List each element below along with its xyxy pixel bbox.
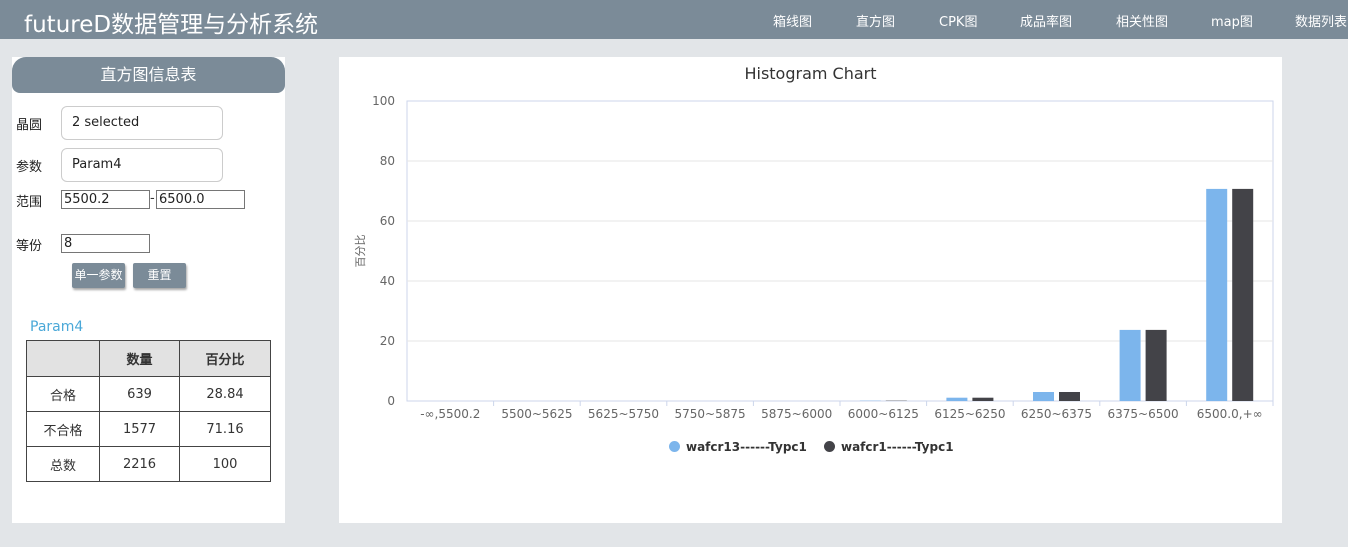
nav-yield[interactable]: 成品率图 (1020, 11, 1072, 30)
table-row: 合格 639 28.84 (26, 376, 271, 412)
legend-item-series-1[interactable]: wafcr13------Typc1 (669, 440, 807, 454)
legend-label: wafcr13------Typc1 (686, 440, 807, 454)
bar-series-2 (972, 397, 994, 401)
nav-boxplot[interactable]: 箱线图 (773, 11, 812, 30)
x-tick-label: 5750~5875 (675, 407, 746, 421)
bar-series-1 (1033, 392, 1054, 401)
nav-correlation[interactable]: 相关性图 (1116, 11, 1168, 30)
stats-table-title: Param4 (30, 319, 84, 335)
nav-map[interactable]: map图 (1211, 11, 1253, 30)
x-tick-label: 5500~5625 (501, 407, 572, 421)
x-tick-label: 6125~6250 (934, 407, 1005, 421)
legend-label: wafcr1------Typc1 (841, 440, 954, 454)
range-label: 范围 (16, 195, 43, 210)
app-title: futureD数据管理与分析系统 (24, 12, 319, 38)
legend-item-series-2[interactable]: wafcr1------Typc1 (824, 440, 954, 454)
legend-marker-icon (669, 441, 680, 452)
range-separator: - (150, 191, 155, 206)
bar-series-2 (1059, 392, 1080, 401)
x-tick-label: -∞,5500.2 (420, 407, 480, 421)
table-cell: 总数 (26, 446, 100, 482)
y-tick-label: 20 (380, 334, 395, 348)
table-cell: 1577 (99, 411, 180, 447)
single-param-button[interactable]: 单一参数 (72, 263, 125, 288)
table-header (26, 340, 100, 377)
table-cell: 639 (99, 376, 180, 412)
bar-series-1 (946, 397, 968, 401)
bins-label: 等份 (16, 239, 43, 254)
y-tick-label: 0 (387, 394, 395, 408)
y-axis-title: 百分比 (354, 235, 367, 268)
bar-series-2 (1145, 329, 1167, 401)
x-tick-label: 5625~5750 (588, 407, 659, 421)
table-row: 不合格 1577 71.16 (26, 411, 271, 447)
nav-data-list[interactable]: 数据列表 (1295, 11, 1347, 30)
histogram-info-panel: 直方图信息表 晶圆 2 selected 参数 Param4 范围 - 等份 单… (12, 57, 285, 523)
param-select[interactable]: Param4 (61, 148, 223, 182)
bar-series-1 (1119, 329, 1141, 401)
wafer-select[interactable]: 2 selected (61, 106, 223, 140)
reset-button[interactable]: 重置 (133, 263, 186, 288)
x-tick-label: 6375~6500 (1108, 407, 1179, 421)
nav-histogram[interactable]: 直方图 (856, 11, 895, 30)
table-header: 百分比 (179, 340, 271, 377)
x-tick-label: 6000~6125 (848, 407, 919, 421)
y-tick-label: 100 (372, 94, 395, 108)
table-header: 数量 (99, 340, 180, 377)
stats-table: 数量 百分比 合格 639 28.84 不合格 1577 71.16 总数 22… (26, 340, 271, 482)
bar-series-2 (1232, 188, 1254, 401)
table-cell: 71.16 (179, 411, 271, 447)
table-header-row: 数量 百分比 (26, 340, 271, 377)
bins-input[interactable] (61, 234, 150, 253)
plot-frame (406, 100, 1274, 402)
y-tick-label: 80 (380, 154, 395, 168)
y-tick-label: 60 (380, 214, 395, 228)
table-cell: 合格 (26, 376, 100, 412)
y-tick-label: 40 (380, 274, 395, 288)
panel-title: 直方图信息表 (12, 57, 285, 93)
nav-cpk[interactable]: CPK图 (939, 11, 977, 30)
range-max-input[interactable] (156, 190, 245, 209)
table-row: 总数 2216 100 (26, 446, 271, 482)
table-cell: 不合格 (26, 411, 100, 447)
x-tick-label: 5875~6000 (761, 407, 832, 421)
wafer-label: 晶圆 (16, 118, 43, 133)
table-cell: 28.84 (179, 376, 271, 412)
top-navbar: futureD数据管理与分析系统 箱线图 直方图 CPK图 成品率图 相关性图 … (0, 0, 1348, 39)
legend-marker-icon (824, 441, 835, 452)
param-label: 参数 (16, 160, 43, 175)
x-tick-label: 6250~6375 (1021, 407, 1092, 421)
range-min-input[interactable] (61, 190, 150, 209)
table-cell: 2216 (99, 446, 180, 482)
bar-series-1 (1206, 188, 1228, 401)
table-cell: 100 (179, 446, 271, 482)
histogram-chart: 0 20 40 60 80 100 百分比 -∞,5500.2 5500~5625 5625~57… (354, 94, 1274, 421)
chart-panel: Histogram Chart 0 20 40 60 80 100 百分比 -∞,5500.2… (339, 57, 1282, 523)
x-tick-label: 6500.0,+∞ (1197, 407, 1263, 421)
